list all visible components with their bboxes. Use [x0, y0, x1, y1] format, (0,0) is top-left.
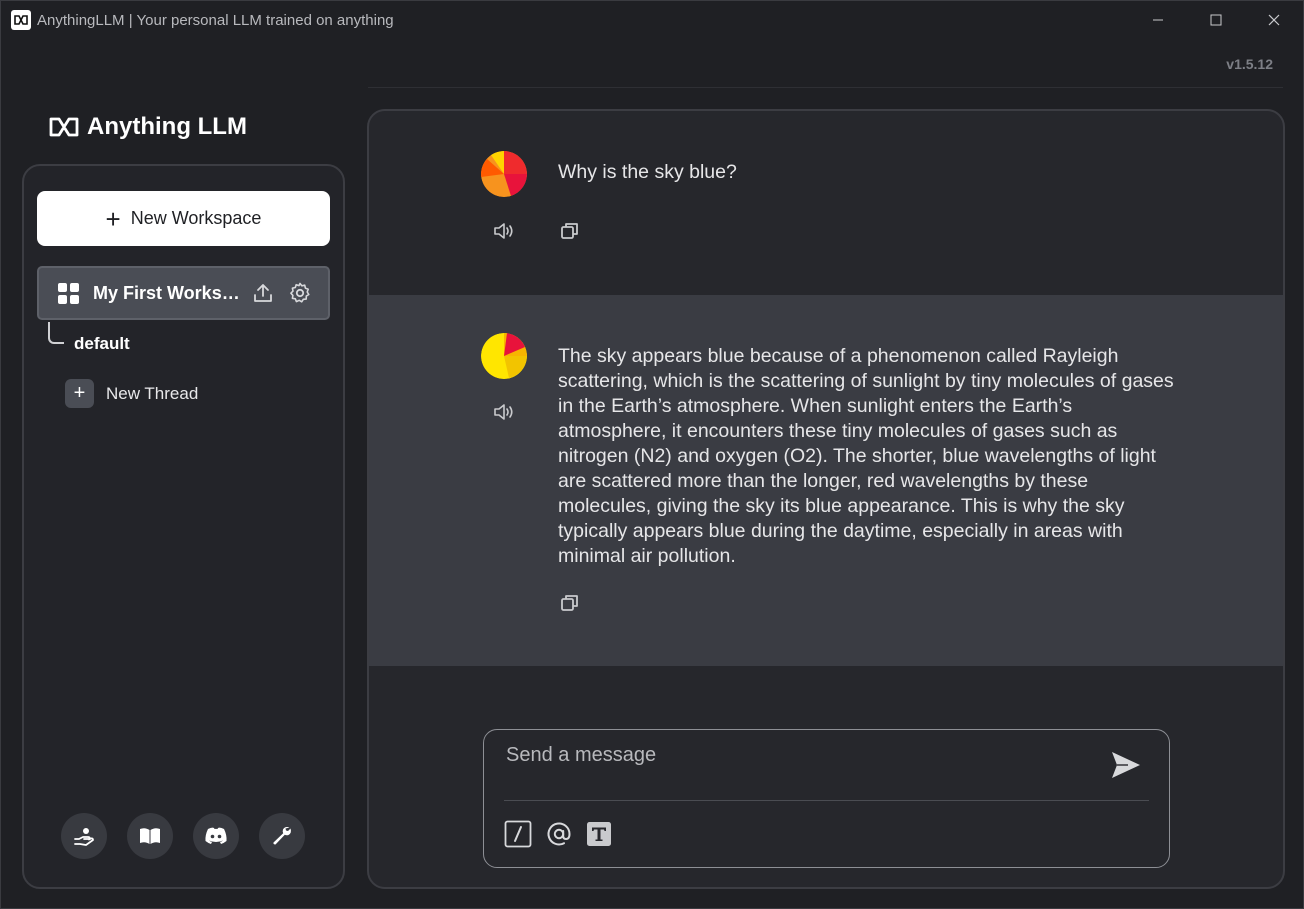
user-message-text: Why is the sky blue? — [558, 161, 737, 183]
workspace-name: My First Workspace — [93, 282, 243, 303]
user-avatar — [481, 151, 527, 197]
speaker-icon[interactable] — [492, 400, 516, 424]
window-title: AnythingLLM | Your personal LLM trained … — [37, 11, 394, 29]
sidebar-footer — [61, 813, 305, 859]
version-label: v1.5.12 — [1226, 56, 1273, 72]
close-icon[interactable] — [1245, 1, 1303, 39]
message-composer — [483, 729, 1170, 868]
workspace-grid-icon — [58, 282, 79, 304]
app-window: AnythingLLM | Your personal LLM trained … — [0, 0, 1304, 909]
minimize-icon[interactable] — [1129, 1, 1187, 39]
plus-icon: + — [65, 379, 94, 408]
copy-icon[interactable] — [558, 219, 582, 243]
composer-tools — [504, 820, 612, 853]
gear-icon[interactable] — [288, 281, 312, 305]
composer-divider — [504, 800, 1149, 801]
new-thread-label: New Thread — [106, 383, 199, 403]
new-workspace-button[interactable]: + New Workspace — [37, 191, 330, 246]
chat-message-assistant: The sky appears blue because of a phenom… — [369, 295, 1283, 666]
window-controls — [1129, 1, 1303, 39]
docs-book-icon[interactable] — [127, 813, 173, 859]
chat-panel: Why is the sky blue? The sky appears blu… — [367, 109, 1285, 889]
assistant-message-text: The sky appears blue because of a phenom… — [558, 345, 1174, 567]
workspace-actions — [252, 281, 312, 305]
thread-item-default[interactable]: default — [74, 334, 130, 354]
settings-wrench-icon[interactable] — [259, 813, 305, 859]
chat-message-user: Why is the sky blue? — [369, 111, 1283, 295]
message-input[interactable] — [506, 740, 1086, 770]
sidebar: + New Workspace My First Workspace defau… — [22, 164, 345, 889]
text-size-icon[interactable] — [586, 821, 612, 852]
thread-connector — [48, 322, 64, 344]
send-icon[interactable] — [1109, 748, 1143, 782]
new-workspace-label: New Workspace — [130, 208, 262, 228]
speaker-icon[interactable] — [492, 219, 516, 243]
brand-logo[interactable]: Anything LLM — [49, 113, 247, 141]
app-logo-icon — [11, 10, 31, 30]
plus-icon: + — [105, 203, 121, 234]
mention-at-icon[interactable] — [546, 821, 572, 852]
copy-icon[interactable] — [558, 591, 582, 615]
slash-command-icon[interactable] — [504, 820, 532, 853]
new-thread-button[interactable]: + New Thread — [65, 379, 198, 408]
maximize-icon[interactable] — [1187, 1, 1245, 39]
title-bar: AnythingLLM | Your personal LLM trained … — [1, 1, 1303, 39]
header-divider — [368, 87, 1283, 88]
discord-icon[interactable] — [193, 813, 239, 859]
upload-icon[interactable] — [252, 282, 274, 304]
anything-llm-logo-icon — [49, 117, 79, 137]
logo-text: Anything LLM — [87, 113, 247, 140]
sidebar-item-workspace[interactable]: My First Workspace — [37, 266, 330, 320]
community-hub-icon[interactable] — [61, 813, 107, 859]
assistant-avatar — [481, 333, 527, 379]
